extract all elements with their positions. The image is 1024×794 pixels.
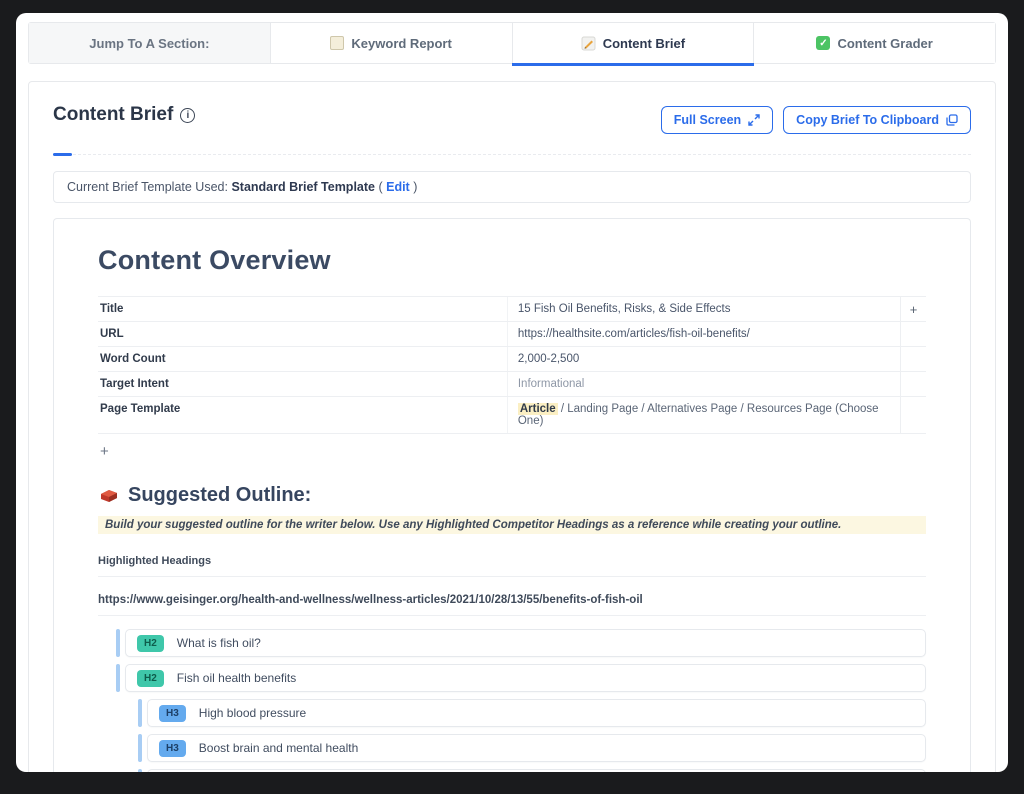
outline-accent-bar	[138, 699, 142, 727]
content-overview-card: Content Overview Title 15 Fish Oil Benef…	[53, 218, 971, 772]
expand-icon	[748, 114, 760, 126]
template-bar-prefix: Current Brief Template Used:	[67, 180, 231, 194]
row-value[interactable]: 15 Fish Oil Benefits, Risks, & Side Effe…	[508, 297, 900, 321]
tab-content-brief-label: Content Brief	[603, 36, 685, 51]
table-row-word-count: Word Count 2,000-2,500	[98, 347, 926, 372]
selected-template-highlight: Article	[518, 403, 558, 415]
notepad-icon	[330, 36, 344, 50]
outline-item-text: Boost brain and mental health	[199, 741, 358, 755]
copy-brief-button[interactable]: Copy Brief To Clipboard	[783, 106, 971, 134]
table-row-target-intent: Target Intent Informational	[98, 372, 926, 397]
content-brief-panel: Content Brief i Full Screen Copy Brief T…	[28, 81, 996, 772]
row-label: Target Intent	[98, 372, 508, 396]
app-window: Jump To A Section: Keyword Report Conten…	[16, 13, 1008, 772]
outline-accent-bar	[116, 629, 120, 657]
section-divider	[53, 154, 971, 155]
outline-item[interactable]: H3Rheumatoid arthritis	[138, 769, 926, 772]
row-label: URL	[98, 322, 508, 346]
tab-content-brief[interactable]: Content Brief	[513, 23, 755, 63]
copy-brief-label: Copy Brief To Clipboard	[796, 113, 939, 127]
heading-level-badge: H2	[137, 635, 164, 652]
suggested-outline-heading: Suggested Outline:	[98, 484, 926, 507]
add-row-button[interactable]: +	[100, 443, 114, 460]
heading-level-badge: H3	[159, 740, 186, 757]
highlighted-headings-label: Highlighted Headings	[98, 555, 926, 577]
memo-pencil-icon	[581, 36, 596, 51]
row-value[interactable]: Informational	[508, 372, 900, 396]
full-screen-label: Full Screen	[674, 113, 741, 127]
row-value[interactable]: Article / Landing Page / Alternatives Pa…	[508, 397, 900, 433]
add-column-button[interactable]: +	[900, 297, 926, 321]
brick-icon	[98, 486, 119, 505]
heading-level-badge: H3	[159, 705, 186, 722]
table-row-title: Title 15 Fish Oil Benefits, Risks, & Sid…	[98, 297, 926, 322]
outline-list: H2 What is fish oil? H2 Fish oil health be…	[98, 629, 926, 772]
tab-keyword-report[interactable]: Keyword Report	[271, 23, 513, 63]
jump-to-section-label: Jump To A Section:	[29, 23, 271, 63]
table-row-page-template: Page Template Article / Landing Page / A…	[98, 397, 926, 434]
outline-item-text: What is fish oil?	[177, 636, 261, 650]
row-value[interactable]: https://healthsite.com/articles/fish-oil…	[508, 322, 900, 346]
check-icon: ✓	[816, 36, 830, 50]
outline-item-text: High blood pressure	[199, 706, 306, 720]
outline-accent-bar	[138, 769, 142, 772]
row-label: Title	[98, 297, 508, 321]
template-bar: Current Brief Template Used: Standard Br…	[53, 171, 971, 203]
row-label: Word Count	[98, 347, 508, 371]
section-tabbar: Jump To A Section: Keyword Report Conten…	[28, 22, 996, 64]
tab-content-grader-label: Content Grader	[837, 36, 932, 51]
info-icon[interactable]: i	[180, 108, 195, 123]
content-overview-title: Content Overview	[98, 245, 926, 276]
outline-item-text: Fish oil health benefits	[177, 671, 296, 685]
page-title-text: Content Brief	[53, 104, 173, 126]
copy-icon	[946, 114, 958, 126]
outline-item[interactable]: H3 High blood pressure	[138, 699, 926, 727]
edit-template-link[interactable]: Edit	[386, 180, 410, 194]
outline-accent-bar	[116, 664, 120, 692]
row-value[interactable]: 2,000-2,500	[508, 347, 900, 371]
jump-to-section-text: Jump To A Section:	[89, 36, 209, 51]
row-label: Page Template	[98, 397, 508, 433]
table-row-url: URL https://healthsite.com/articles/fish…	[98, 322, 926, 347]
page-title: Content Brief i	[53, 104, 195, 126]
suggested-outline-title: Suggested Outline:	[128, 484, 311, 507]
outline-item[interactable]: H2 Fish oil health benefits	[116, 664, 926, 692]
overview-table: Title 15 Fish Oil Benefits, Risks, & Sid…	[98, 296, 926, 434]
heading-level-badge: H2	[137, 670, 164, 687]
outline-accent-bar	[138, 734, 142, 762]
outline-item[interactable]: H3 Boost brain and mental health	[138, 734, 926, 762]
outline-item[interactable]: H2 What is fish oil?	[116, 629, 926, 657]
competitor-source-url[interactable]: https://www.geisinger.org/health-and-wel…	[98, 594, 926, 616]
tab-content-grader[interactable]: ✓ Content Grader	[754, 23, 995, 63]
outline-instruction: Build your suggested outline for the wri…	[98, 516, 926, 534]
tab-keyword-report-label: Keyword Report	[351, 36, 451, 51]
template-name: Standard Brief Template	[231, 180, 375, 194]
full-screen-button[interactable]: Full Screen	[661, 106, 773, 134]
